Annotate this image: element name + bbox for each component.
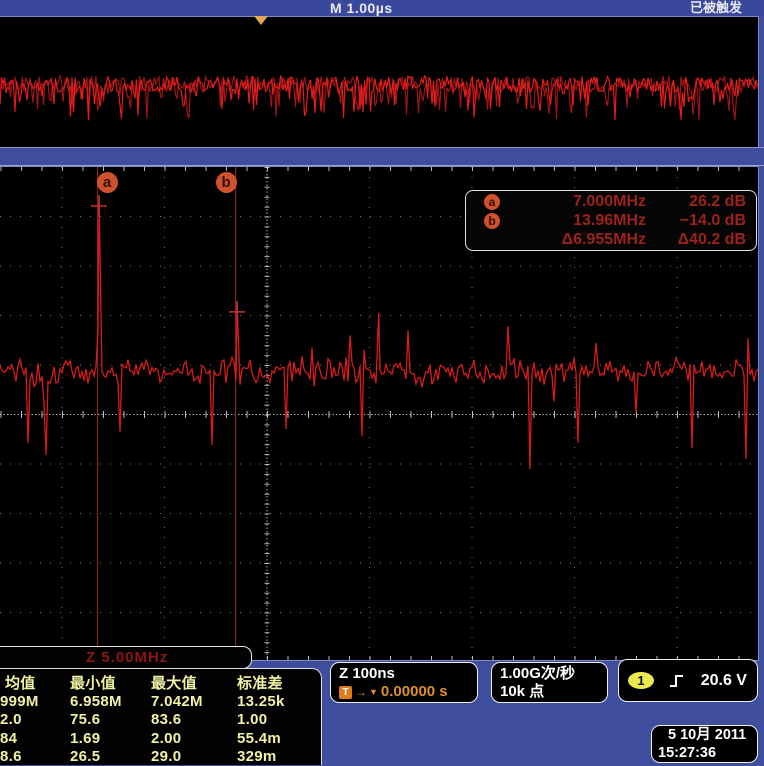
zoom-scale-box: Z 100ns T → ▼ 0.00000 s: [330, 662, 478, 703]
main-window-pane: [0, 16, 759, 148]
stat-cell: 84: [0, 730, 70, 748]
stat-cell: 8.6: [0, 748, 70, 766]
cursor-b-frequency: 13.96MHz: [516, 211, 646, 230]
stat-cell: 6.958M: [70, 693, 151, 711]
rising-edge-icon: [668, 673, 686, 689]
delta-frequency: Δ6.955MHz: [516, 230, 646, 249]
main-timebase-readout: M 1.00µs: [330, 0, 393, 16]
stat-cell: 2.0: [0, 711, 70, 729]
stat-cell: 29.0: [151, 748, 237, 766]
main-waveform-canvas: [0, 17, 758, 147]
stat-cell: 55.4m: [237, 730, 317, 748]
stat-cell: 26.5: [70, 748, 151, 766]
trigger-t-icon: T: [339, 686, 352, 699]
trigger-readout-box: 1 20.6 V: [618, 659, 758, 702]
date-readout: 5 10月 2011: [658, 727, 751, 745]
stat-cell: 329m: [237, 748, 317, 766]
fft-scale-box: Z 5.00MHz: [0, 646, 252, 669]
acquisition-box: 1.00G次/秒 10k 点: [491, 662, 608, 703]
fft-scale-label: Z 5.00MHz: [86, 649, 168, 666]
cursor-a-row-badge: a: [480, 192, 516, 211]
trigger-status-label: 已被触发: [690, 0, 742, 15]
datetime-box: 5 10月 2011 15:27:36: [651, 725, 758, 763]
stat-cell: 75.6: [70, 711, 151, 729]
stat-header-stddev: 标准差: [237, 675, 317, 693]
channel-1-badge: 1: [628, 672, 654, 689]
zoom-scale-readout: Z 100ns: [339, 665, 471, 683]
cursor-a-handle[interactable]: a: [97, 172, 118, 193]
stat-header-min: 最小值: [70, 675, 151, 693]
triangle-down-icon: ▼: [369, 686, 378, 699]
cursor-a-level: 26.2 dB: [646, 192, 746, 211]
window-separator: [0, 147, 764, 166]
arrow-right-icon: →: [355, 686, 367, 699]
stat-cell: 13.25k: [237, 693, 317, 711]
trigger-level-readout: 20.6 V: [701, 672, 747, 690]
cursor-a-frequency: 7.000MHz: [516, 192, 646, 211]
cursor-b-handle[interactable]: b: [216, 172, 237, 193]
stat-cell: 83.6: [151, 711, 237, 729]
top-status-bar: M 1.00µs 已被触发: [0, 0, 764, 16]
stat-cell: 1.69: [70, 730, 151, 748]
stat-cell: 2.00: [151, 730, 237, 748]
measurement-stats-panel: 均值 最小值 最大值 标准差 999M 6.958M 7.042M 13.25k…: [0, 668, 322, 765]
zoom-position-row: T → ▼ 0.00000 s: [339, 683, 471, 701]
cursor-readout-box: a 7.000MHz 26.2 dB b 13.96MHz −14.0 dB Δ…: [465, 190, 757, 251]
cursor-a-badge-icon: a: [484, 194, 500, 210]
stat-cell: 7.042M: [151, 693, 237, 711]
record-length-readout: 10k 点: [500, 683, 601, 701]
stat-header-max: 最大值: [151, 675, 237, 693]
stat-cell: 1.00: [237, 711, 317, 729]
time-readout: 15:27:36: [658, 745, 751, 763]
cursor-b-row-badge: b: [480, 211, 516, 230]
measurement-stats-table: 均值 最小值 最大值 标准差 999M 6.958M 7.042M 13.25k…: [0, 675, 321, 766]
zoom-position-readout: 0.00000 s: [381, 683, 448, 701]
stat-header-mean: 均值: [0, 675, 70, 693]
cursor-b-level: −14.0 dB: [646, 211, 746, 230]
delta-level: Δ40.2 dB: [646, 230, 746, 249]
delta-row-spacer: [480, 230, 516, 249]
stat-cell: 999M: [0, 693, 70, 711]
trigger-position-marker-icon: [254, 16, 268, 25]
sample-rate-readout: 1.00G次/秒: [500, 665, 601, 683]
cursor-b-badge-icon: b: [484, 213, 500, 229]
